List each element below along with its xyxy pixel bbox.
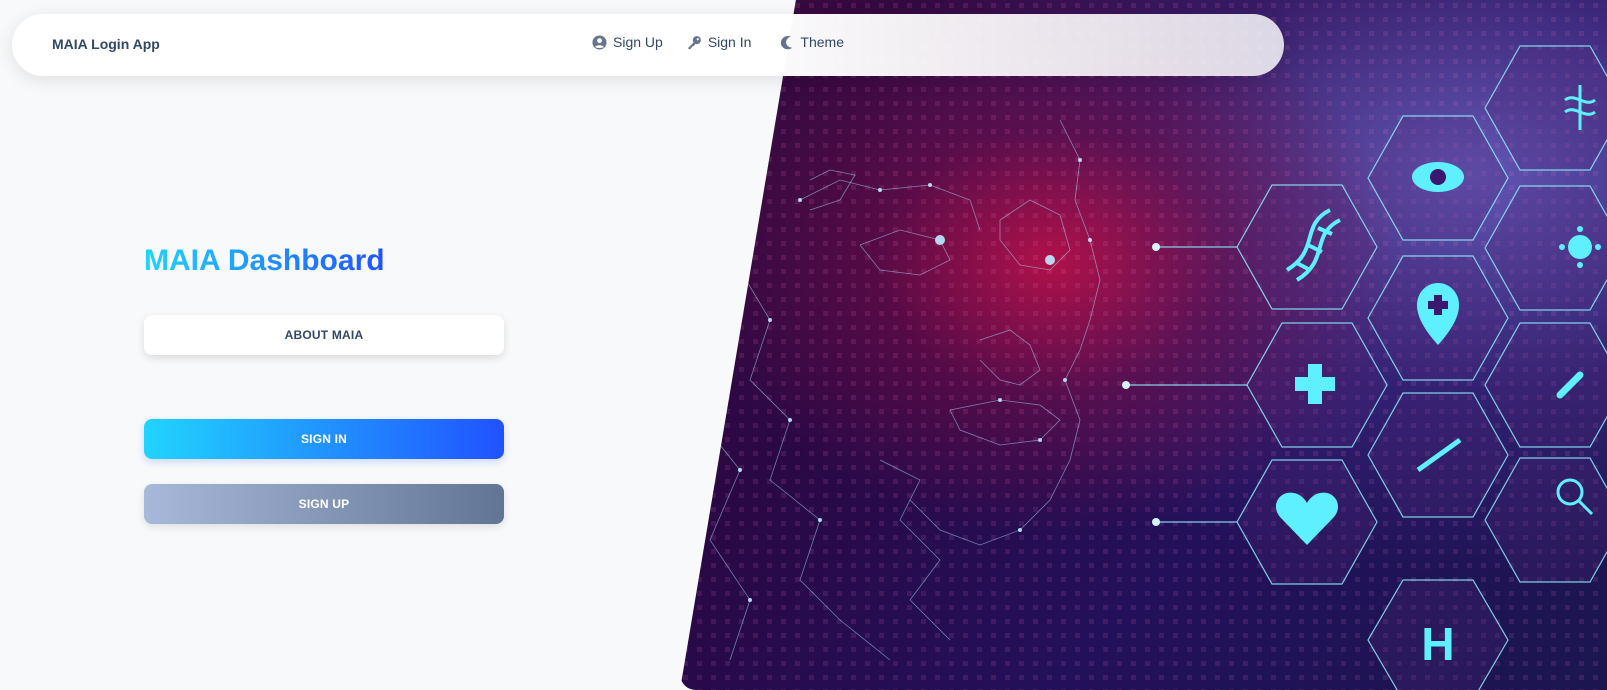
page-title: MAIA Dashboard bbox=[144, 244, 385, 277]
nav-sign-up-link[interactable]: Sign Up bbox=[592, 34, 663, 50]
hero-image: H bbox=[680, 0, 1607, 690]
nav-theme-link[interactable]: Theme bbox=[779, 34, 844, 50]
nav-theme-label: Theme bbox=[800, 34, 844, 50]
user-circle-icon bbox=[592, 34, 607, 50]
brand-link[interactable]: MAIA Login App bbox=[52, 36, 160, 52]
hero-illustration: H bbox=[680, 0, 1607, 690]
eye-icon bbox=[1412, 162, 1464, 192]
about-maia-button[interactable]: ABOUT MAIA bbox=[144, 315, 504, 355]
sign-in-button[interactable]: SIGN IN bbox=[144, 419, 504, 459]
nav-sign-up-label: Sign Up bbox=[613, 34, 663, 50]
sign-up-button[interactable]: SIGN UP bbox=[144, 484, 504, 524]
nav-sign-in-link[interactable]: Sign In bbox=[687, 34, 752, 50]
top-navbar: MAIA Login App Sign Up Sign In Theme bbox=[12, 14, 1284, 76]
nav-sign-in-label: Sign In bbox=[707, 34, 752, 50]
key-icon bbox=[688, 35, 701, 49]
moon-icon bbox=[781, 35, 793, 49]
nav-links: Sign Up Sign In Theme bbox=[592, 34, 844, 50]
hospital-icon: H bbox=[1421, 618, 1454, 670]
